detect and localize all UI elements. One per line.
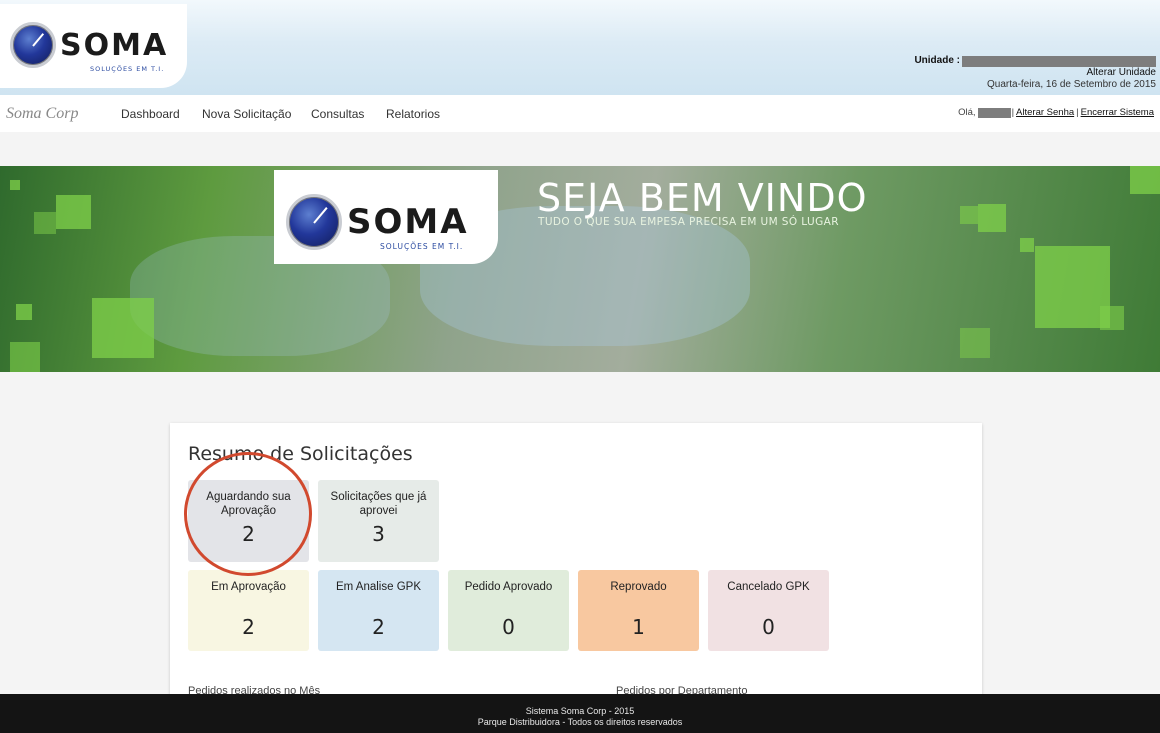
change-password-link[interactable]: Alterar Senha (1016, 107, 1074, 118)
nav-relatorios[interactable]: Relatorios (386, 107, 440, 121)
banner-logo-panel: SOMA SOLUÇÕES EM T.I. (274, 170, 498, 264)
username-redacted (977, 107, 1011, 118)
logo-tagline: SOLUÇÕES EM T.I. (90, 65, 165, 73)
banner-square (1020, 238, 1034, 252)
nav-dashboard[interactable]: Dashboard (121, 107, 180, 121)
banner-square (56, 195, 91, 229)
tile-already-approved[interactable]: Solicitações que já aprovei 3 (318, 480, 439, 562)
tile-label: Aguardando sua Aprovação (206, 491, 291, 517)
tile-label: Em Aprovação (211, 581, 286, 593)
page: SOMA SOLUÇÕES EM T.I. Unidade : Alterar … (0, 0, 1160, 733)
tile-rejected[interactable]: Reprovado 1 (578, 570, 699, 651)
tile-count: 0 (762, 615, 775, 639)
footer: Sistema Soma Corp - 2015 Parque Distribu… (0, 694, 1160, 733)
tile-in-approval[interactable]: Em Aprovação 2 (188, 570, 309, 651)
banner-square (16, 304, 32, 320)
logo-tagline: SOLUÇÕES EM T.I. (380, 242, 464, 251)
footer-line-1: Sistema Soma Corp - 2015 (525, 706, 635, 716)
logo-orb-icon (10, 22, 56, 68)
banner-square (960, 328, 990, 358)
tile-label: Em Analise GPK (335, 581, 421, 593)
navbar: Soma Corp Dashboard Nova Solicitação Con… (0, 95, 1160, 132)
summary-title: Resumo de Solicitações (188, 443, 413, 465)
tile-count: 2 (242, 522, 255, 546)
tile-label: Reprovado (610, 581, 667, 593)
nav-nova-solicitacao[interactable]: Nova Solicitação (202, 107, 291, 121)
header-logo-panel: SOMA SOLUÇÕES EM T.I. (0, 4, 187, 88)
banner-square (92, 298, 154, 358)
banner-square (1035, 246, 1110, 328)
header: SOMA SOLUÇÕES EM T.I. Unidade : Alterar … (0, 0, 1160, 95)
tile-count: 0 (502, 615, 515, 639)
tile-label: Cancelado GPK (727, 581, 810, 593)
welcome-banner: SOMA SOLUÇÕES EM T.I. SEJA BEM VINDO TUD… (0, 166, 1160, 372)
logo-word: SOMA (347, 202, 469, 242)
current-date: Quarta-feira, 16 de Setembro de 2015 (987, 79, 1156, 90)
nav-consultas[interactable]: Consultas (311, 107, 364, 121)
logo-orb-icon (286, 194, 342, 250)
tile-count: 2 (242, 615, 255, 639)
tile-gpk-analysis[interactable]: Em Analise GPK 2 (318, 570, 439, 651)
tile-count: 3 (372, 522, 385, 546)
user-area: Olá, | Alterar Senha | Encerrar Sistema (958, 107, 1156, 118)
banner-square (1130, 166, 1160, 194)
logo-word: SOMA (60, 27, 169, 63)
unit-label: Unidade : (914, 55, 960, 66)
soma-logo[interactable]: SOMA SOLUÇÕES EM T.I. (10, 22, 169, 73)
greeting: Olá, (958, 107, 976, 118)
tile-gpk-cancelled[interactable]: Cancelado GPK 0 (708, 570, 829, 651)
change-unit-link[interactable]: Alterar Unidade (914, 67, 1156, 79)
tile-count: 2 (372, 615, 385, 639)
unit-value-redacted (962, 55, 1156, 67)
tile-label: Solicitações que já aprovei (330, 491, 427, 517)
tile-order-approved[interactable]: Pedido Aprovado 0 (448, 570, 569, 651)
banner-square (960, 206, 978, 224)
tile-label: Pedido Aprovado (464, 581, 553, 593)
welcome-subtitle: TUDO O QUE SUA EMPESA PRECISA EM UM SÓ L… (538, 216, 839, 228)
banner-square (978, 204, 1006, 232)
brand-name[interactable]: Soma Corp (6, 105, 78, 123)
separator: | (1011, 107, 1015, 118)
footer-line-2: Parque Distribuidora - Todos os direitos… (477, 717, 683, 727)
banner-square (1100, 306, 1124, 330)
summary-card: Resumo de Solicitações Aguardando sua Ap… (170, 423, 982, 723)
banner-square (10, 342, 40, 372)
tile-awaiting-approval[interactable]: Aguardando sua Aprovação 2 (188, 480, 309, 562)
unit-area: Unidade : Alterar Unidade Quarta-feira, … (914, 55, 1156, 91)
tile-count: 1 (632, 615, 645, 639)
separator: | (1076, 107, 1079, 118)
banner-soma-logo: SOMA SOLUÇÕES EM T.I. (286, 194, 469, 251)
banner-square (34, 212, 56, 234)
logout-link[interactable]: Encerrar Sistema (1081, 107, 1154, 118)
banner-square (10, 180, 20, 190)
welcome-title: SEJA BEM VINDO (537, 176, 868, 220)
